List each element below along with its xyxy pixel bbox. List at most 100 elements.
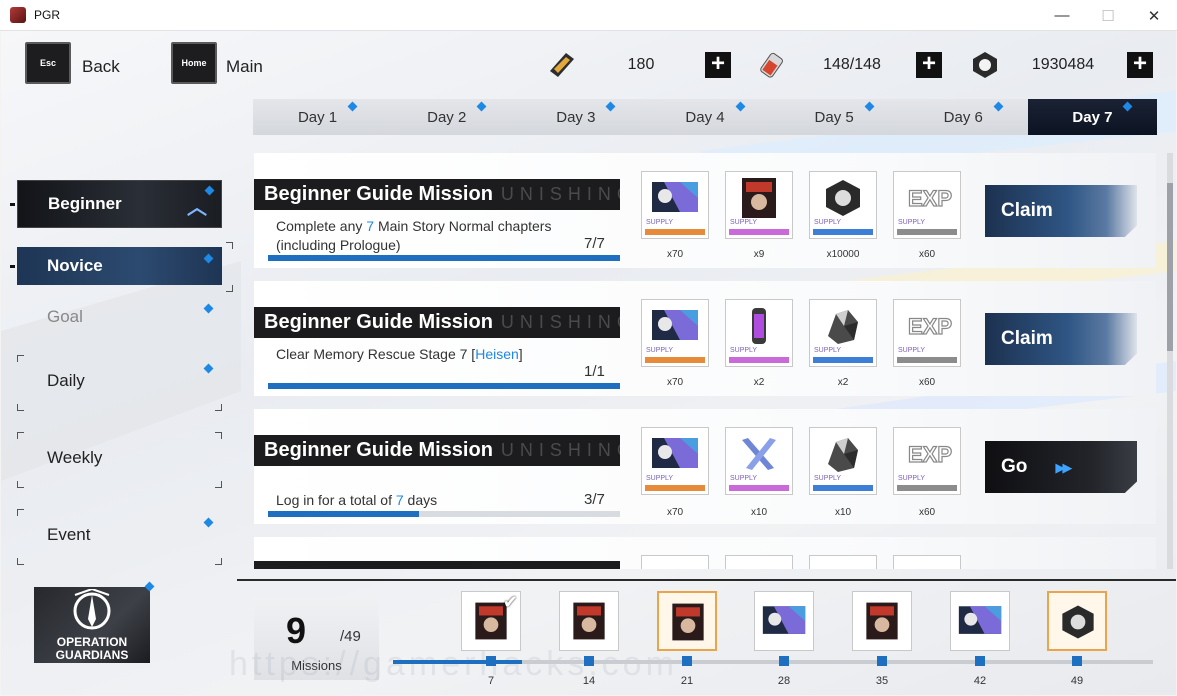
decor-corner <box>17 509 24 516</box>
milestone-reward[interactable] <box>754 591 814 651</box>
reward-item[interactable] <box>893 555 961 569</box>
svg-text:EXP: EXP <box>908 314 952 339</box>
reward-item[interactable] <box>809 555 877 569</box>
milestone-reward[interactable] <box>1047 591 1107 651</box>
category-event[interactable]: Event <box>17 509 222 565</box>
desc-highlight: 7 <box>395 492 404 508</box>
serum-ticket-icon <box>550 53 574 77</box>
reward-item[interactable]: EXP SUPPLY <box>893 299 961 367</box>
decor-corner <box>17 404 24 411</box>
game-viewport: Esc Back Home Main 180 + 148/148 + 19304… <box>1 31 1176 695</box>
home-key-button[interactable]: Home <box>171 42 217 84</box>
reward-item[interactable]: SUPPLY <box>809 299 877 367</box>
back-label[interactable]: Back <box>82 57 120 77</box>
app-icon <box>10 7 26 23</box>
category-weekly[interactable]: Weekly <box>17 432 222 488</box>
tab-day-5[interactable]: Day 5 <box>770 99 899 135</box>
category-daily[interactable]: Daily <box>17 355 222 411</box>
claim-button[interactable]: Claim <box>985 185 1137 237</box>
milestone-label: 7 <box>487 675 495 687</box>
reward-item[interactable]: SUPPLY <box>641 171 709 239</box>
milestone-track-fill <box>393 660 523 664</box>
tab-day-6[interactable]: Day 6 <box>899 99 1028 135</box>
reward-item[interactable]: SUPPLY <box>641 427 709 495</box>
tab-day-4[interactable]: Day 4 <box>640 99 769 135</box>
claim-button[interactable]: Claim <box>985 313 1137 365</box>
category-beginner[interactable]: Beginner ︿ <box>17 180 222 228</box>
go-button[interactable]: Go ▶▶ <box>985 441 1137 493</box>
esc-key-button[interactable]: Esc <box>25 42 71 84</box>
notification-dot-icon <box>347 101 358 112</box>
close-button[interactable]: ✕ <box>1131 0 1177 31</box>
mission-list[interactable]: Beginner Guide Mission UNISHING Complete a… <box>254 153 1156 569</box>
mission-title-text: Beginner Guide Mission <box>264 439 493 461</box>
reward-item[interactable]: SUPPLY <box>809 171 877 239</box>
scrollbar-thumb[interactable] <box>1167 183 1173 351</box>
reward-item[interactable]: EXP SUPPLY <box>893 427 961 495</box>
milestone-node <box>682 656 692 666</box>
milestone-reward[interactable] <box>950 591 1010 651</box>
reward-item[interactable]: SUPPLY <box>725 427 793 495</box>
reward-item[interactable] <box>725 555 793 569</box>
reward-supply-label: SUPPLY <box>646 219 674 226</box>
decor-tick <box>10 203 15 206</box>
tab-day-7[interactable]: Day 7 <box>1027 99 1157 135</box>
reward-supply-label: SUPPLY <box>646 475 674 482</box>
tab-label: Day 4 <box>685 108 725 126</box>
reward-rarity-bar <box>729 485 789 491</box>
add-serum-ticket-button[interactable]: + <box>705 52 731 78</box>
milestone-track <box>393 660 1153 664</box>
decor-corner <box>17 432 24 439</box>
category-label: Goal <box>47 307 83 326</box>
reward-supply-label: SUPPLY <box>814 475 842 482</box>
character-card-icon <box>665 599 711 645</box>
reward-item[interactable] <box>641 555 709 569</box>
tab-label: Day 2 <box>427 108 467 126</box>
minimize-button[interactable]: — <box>1039 0 1085 31</box>
crystal-ore-icon <box>818 306 868 346</box>
mission-progress: 1/1 <box>584 363 605 380</box>
notification-dot-icon <box>203 517 214 528</box>
mission-title-text: Beginner Guide Mission <box>264 311 493 333</box>
reward-supply-label: SUPPLY <box>730 219 758 226</box>
supply-ticket-icon <box>650 434 700 474</box>
milestone-reward[interactable] <box>852 591 912 651</box>
exp-icon: EXP <box>902 178 952 218</box>
tab-day-1[interactable]: Day 1 <box>253 99 382 135</box>
reward-item[interactable]: SUPPLY <box>725 171 793 239</box>
notification-dot-icon <box>203 363 214 374</box>
add-cog-coin-button[interactable]: + <box>1127 52 1153 78</box>
tab-day-2[interactable]: Day 2 <box>382 99 511 135</box>
milestone-reward[interactable] <box>657 591 717 651</box>
mission-list-scrollbar[interactable] <box>1167 153 1173 569</box>
desc-highlight: 7 <box>366 218 375 234</box>
milestone-label: 35 <box>875 675 889 687</box>
milestone-node <box>584 656 594 666</box>
milestone-reward[interactable]: ✔ <box>461 591 521 651</box>
reward-item[interactable]: SUPPLY <box>725 299 793 367</box>
decor-corner <box>226 242 233 249</box>
tab-label: Day 5 <box>814 108 854 126</box>
milestone-reward[interactable] <box>559 591 619 651</box>
maximize-button[interactable]: ☐ <box>1085 0 1131 31</box>
add-serum-button[interactable]: + <box>916 52 942 78</box>
operation-guardians-logo[interactable]: OPERATION GUARDIANS <box>34 581 155 663</box>
reward-item[interactable]: EXP SUPPLY <box>893 171 961 239</box>
supply-ticket-icon <box>761 598 807 644</box>
reward-quantity: x70 <box>666 249 684 260</box>
main-label[interactable]: Main <box>226 57 263 77</box>
tab-day-3[interactable]: Day 3 <box>511 99 640 135</box>
reward-rarity-bar <box>813 229 873 235</box>
reward-item[interactable]: SUPPLY <box>641 299 709 367</box>
serum-vial-icon <box>760 52 783 78</box>
mission-progress-fill <box>268 511 420 517</box>
category-goal[interactable]: Goal <box>17 293 222 341</box>
mission-row: Beginner Guide Mission UNISHING Complete a… <box>254 153 1156 268</box>
mission-row: Beginner Guide Mission UNISHING Log in for… <box>254 409 1156 524</box>
svg-text:EXP: EXP <box>908 186 952 211</box>
category-novice[interactable]: Novice <box>17 247 222 285</box>
desc-text: ] <box>518 346 523 362</box>
reward-item[interactable]: SUPPLY <box>809 427 877 495</box>
tab-label: Day 1 <box>297 108 338 126</box>
decor-corner <box>215 558 222 565</box>
